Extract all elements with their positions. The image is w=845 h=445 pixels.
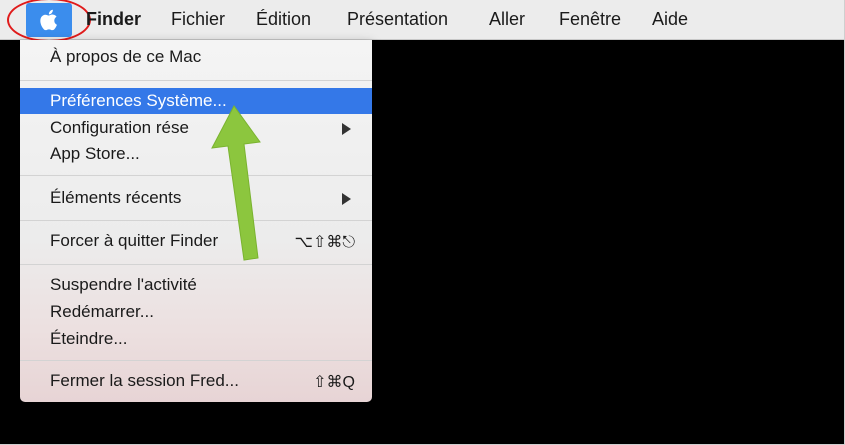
menu-item-label: Suspendre l'activité (50, 275, 197, 294)
menu-item-about[interactable]: À propos de ce Mac (20, 44, 372, 70)
keyboard-shortcut: ⇧⌘Q (313, 374, 355, 391)
menu-finder[interactable]: Finder (86, 9, 141, 30)
menu-item-label: Éléments récents (50, 188, 182, 207)
menu-item-label: Redémarrer... (50, 302, 154, 321)
menu-separator (20, 264, 372, 265)
menu-item-label: Éteindre... (50, 329, 128, 348)
apple-menu-dropdown: À propos de ce Mac Préférences Système..… (20, 40, 372, 402)
menu-presentation[interactable]: Présentation (347, 9, 448, 30)
menu-separator (20, 175, 372, 176)
submenu-arrow-icon (342, 123, 351, 135)
menu-item-label: App Store... (50, 144, 140, 163)
menu-bar: Finder Fichier Édition Présentation Alle… (0, 0, 845, 42)
menu-item-restart[interactable]: Redémarrer... (20, 299, 372, 325)
menu-aller[interactable]: Aller (489, 9, 525, 30)
menu-fichier[interactable]: Fichier (171, 9, 225, 30)
menu-item-label: À propos de ce Mac (50, 47, 202, 66)
menu-item-recent-items[interactable]: Éléments récents (20, 185, 372, 211)
submenu-arrow-icon (342, 193, 351, 205)
menu-item-label: Configuration rése (50, 118, 189, 137)
menu-item-label: Forcer à quitter Finder (50, 231, 219, 250)
menu-item-label: Fermer la session Fred... (50, 371, 239, 390)
menu-separator (20, 80, 372, 81)
menu-item-label: Préférences Système... (50, 91, 227, 110)
menu-item-shutdown[interactable]: Éteindre... (20, 326, 372, 352)
highlight-circle (7, 0, 91, 42)
menu-item-force-quit[interactable]: Forcer à quitter Finder ⌥⇧⌘⎋ (20, 228, 372, 254)
menu-edition[interactable]: Édition (256, 9, 311, 30)
menu-item-sleep[interactable]: Suspendre l'activité (20, 272, 372, 298)
menu-item-app-store[interactable]: App Store... (20, 141, 372, 167)
menu-separator (20, 360, 372, 361)
menu-aide[interactable]: Aide (652, 9, 688, 30)
menu-item-system-preferences[interactable]: Préférences Système... (20, 88, 372, 114)
green-arrow-annotation (211, 105, 261, 261)
menu-separator (20, 220, 372, 221)
menu-fenetre[interactable]: Fenêtre (559, 9, 621, 30)
menu-item-network-configuration[interactable]: Configuration rése (20, 115, 372, 141)
keyboard-shortcut: ⌥⇧⌘⎋ (294, 234, 356, 251)
menu-item-logout[interactable]: Fermer la session Fred... ⇧⌘Q (20, 368, 372, 394)
screen: Finder Fichier Édition Présentation Alle… (0, 0, 845, 445)
